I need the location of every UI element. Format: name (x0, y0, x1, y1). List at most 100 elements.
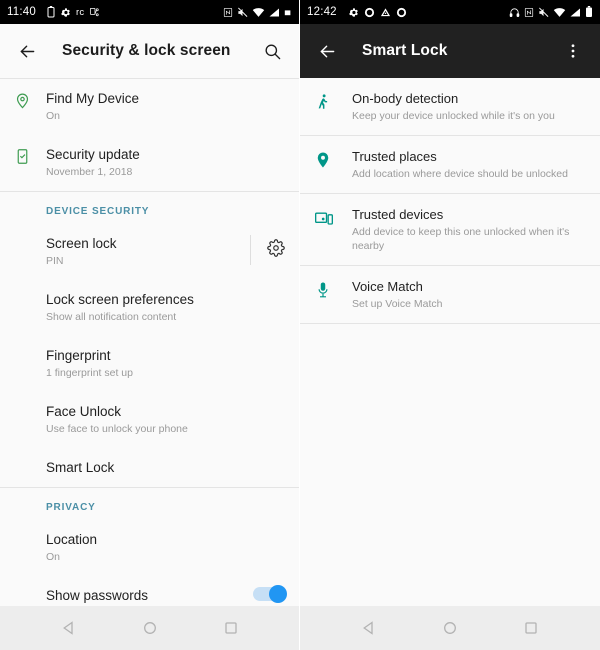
left-navigation-bar (0, 606, 299, 650)
list-item-trailing (242, 235, 285, 265)
list-item-subtitle: PIN (46, 255, 64, 267)
show-passwords-toggle[interactable] (253, 585, 287, 603)
wifi-icon (553, 7, 566, 18)
back-triangle-icon[interactable] (52, 611, 86, 645)
right-app-bar: Smart Lock (300, 24, 600, 78)
mute-icon (237, 7, 248, 18)
list-item-fingerprint[interactable]: Fingerprint 1 fingerprint set up (0, 336, 299, 392)
recents-square-icon[interactable] (214, 611, 248, 645)
wifi-icon (252, 7, 265, 18)
list-item-lock-screen-preferences[interactable]: Lock screen preferences Show all notific… (0, 280, 299, 336)
smart-lock-list: On-body detection Keep your device unloc… (300, 78, 600, 606)
list-item-text: Smart Lock (46, 459, 285, 476)
list-item-title: Screen lock (46, 236, 117, 251)
list-item-text: Lock screen preferences Show all notific… (46, 291, 285, 325)
list-item-text: Find My Device On (46, 90, 285, 124)
mute-icon (538, 7, 549, 18)
screenshot-share-icon (89, 7, 100, 18)
list-item-subtitle: 1 fingerprint set up (46, 367, 133, 379)
headphones-icon (509, 7, 520, 18)
list-item-text: Voice Match Set up Voice Match (352, 278, 442, 311)
list-item-subtitle: November 1, 2018 (46, 166, 133, 178)
page-title: Security & lock screen (62, 42, 231, 59)
nfc-icon (223, 7, 233, 18)
left-app-bar-actions (259, 38, 285, 64)
list-item-title: Voice Match (352, 279, 423, 294)
list-item-subtitle: Add location where device should be unlo… (352, 168, 568, 180)
list-item-text: Fingerprint 1 fingerprint set up (46, 347, 285, 381)
vertical-divider (250, 235, 251, 265)
list-item-trailing (245, 585, 287, 603)
right-navigation-bar (300, 606, 600, 650)
list-item-text: Show passwords Display characters briefl… (46, 587, 245, 606)
arrow-back-icon[interactable] (14, 38, 40, 64)
home-circle-icon[interactable] (133, 611, 167, 645)
list-item-find-my-device[interactable]: Find My Device On (0, 79, 299, 135)
battery-icon (585, 6, 593, 18)
list-item-title: Face Unlock (46, 404, 122, 419)
list-item-smart-lock[interactable]: Smart Lock (0, 448, 299, 487)
more-vert-icon[interactable] (560, 38, 586, 64)
icon-spacer (14, 531, 46, 533)
back-triangle-icon[interactable] (352, 611, 386, 645)
left-settings-list: Find My Device On Security update Novemb… (0, 78, 299, 606)
left-app-bar: Security & lock screen (0, 24, 299, 78)
left-status-bar-left-group: 11:40 rc (7, 6, 100, 18)
list-item-text: Location On (46, 531, 285, 565)
list-item-trusted-devices[interactable]: Trusted devices Add device to keep this … (300, 194, 600, 265)
gear-icon[interactable] (267, 238, 285, 262)
circle-icon (364, 7, 375, 18)
list-item-security-update[interactable]: Security update November 1, 2018 (0, 135, 299, 191)
divider (300, 323, 600, 324)
home-circle-icon[interactable] (433, 611, 467, 645)
icon-spacer (14, 459, 46, 461)
list-item-subtitle: Set up Voice Match (352, 298, 443, 310)
microphone-icon (314, 278, 352, 304)
icon-spacer (14, 291, 46, 293)
list-item-subtitle: Add device to keep this one unlocked whe… (352, 226, 570, 252)
list-item-title: Location (46, 532, 98, 547)
list-item-location[interactable]: Location On (0, 520, 299, 576)
walking-person-icon (314, 90, 352, 116)
gear-icon (60, 7, 71, 18)
list-item-text: On-body detection Keep your device unloc… (352, 90, 555, 123)
list-item-on-body-detection[interactable]: On-body detection Keep your device unloc… (300, 78, 600, 135)
right-status-bar: 12:42 (300, 0, 600, 24)
right-app-bar-actions (560, 38, 586, 64)
gear-icon (348, 7, 359, 18)
left-phone-screen: 11:40 rc Security & lock screen Find My … (0, 0, 300, 650)
page-title: Smart Lock (362, 42, 448, 59)
list-item-subtitle: On (46, 551, 61, 563)
rc-text-icon: rc (75, 6, 85, 18)
list-item-text: Screen lock PIN (46, 235, 242, 269)
icon-spacer (14, 403, 46, 405)
icon-spacer (14, 347, 46, 349)
right-status-bar-right-group (509, 6, 593, 18)
location-pin-icon (14, 90, 46, 109)
list-item-voice-match[interactable]: Voice Match Set up Voice Match (300, 266, 600, 323)
list-item-title: Fingerprint (46, 348, 111, 363)
battery-vertical-icon (47, 6, 55, 18)
list-item-title: Smart Lock (46, 460, 115, 475)
battery-icon (284, 8, 292, 16)
circle-icon (396, 7, 407, 18)
left-status-bar-right-group (223, 7, 292, 18)
group-header-privacy: PRIVACY (46, 502, 96, 513)
list-item-trusted-places[interactable]: Trusted places Add location where device… (300, 136, 600, 193)
signal-icon (269, 7, 280, 18)
hazard-icon (380, 7, 391, 18)
recents-square-icon[interactable] (514, 611, 548, 645)
search-icon[interactable] (259, 38, 285, 64)
arrow-back-icon[interactable] (314, 38, 340, 64)
icon-spacer (14, 235, 46, 237)
list-item-show-passwords[interactable]: Show passwords Display characters briefl… (0, 576, 299, 606)
left-status-bar: 11:40 rc (0, 0, 299, 24)
list-item-face-unlock[interactable]: Face Unlock Use face to unlock your phon… (0, 392, 299, 448)
nfc-icon (524, 7, 534, 18)
phone-check-icon (14, 146, 46, 165)
list-item-subtitle: Show all notification content (46, 311, 177, 323)
list-item-title: Trusted places (352, 149, 437, 164)
list-item-screen-lock[interactable]: Screen lock PIN (0, 224, 299, 280)
toggle-knob (269, 585, 287, 603)
trusted-devices-icon (314, 206, 352, 234)
